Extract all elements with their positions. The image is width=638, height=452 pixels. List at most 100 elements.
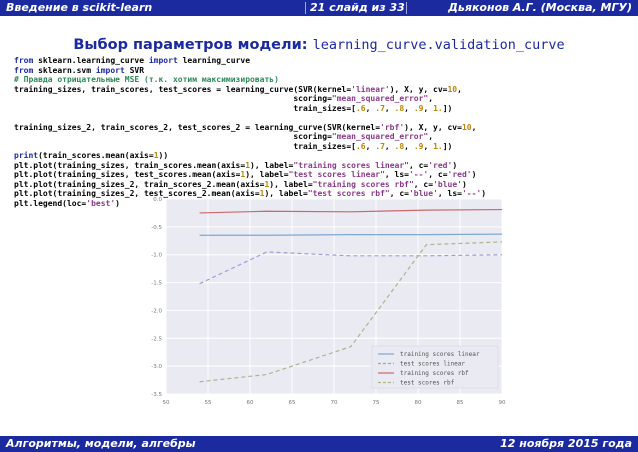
code-token: 'linear' [351,84,390,94]
code-token: ]) [442,141,453,151]
code-token: train_sizes=[ [14,103,356,113]
code-token: SVR [124,65,145,75]
code-token: "training scores linear" [293,160,409,170]
y-tick-label: -2.0 [151,308,162,314]
x-tick-label: 60 [247,400,254,406]
code-token: "mean_squared_error" [331,132,429,141]
x-tick-label: 50 [163,400,170,406]
code-token: 'red' [447,170,472,179]
y-tick-label: -3.5 [151,392,162,398]
code-token: , [428,132,434,141]
header-bar: Введение в scikit-learn 21 слайд из 33 Д… [0,0,638,16]
code-token: 10 [447,84,458,94]
code-token: .8 [394,103,405,113]
code-token: ), X, y, cv= [404,122,462,132]
code-token: scoring= [14,94,332,103]
code-token: import [148,56,178,65]
code-line: train_sizes=[.6, .7, .8, .9, 1.]) [14,142,634,152]
code-token: , c= [413,179,434,189]
x-tick-label: 65 [289,400,296,406]
code-line: scoring="mean_squared_error", [14,94,634,104]
code-token: , [428,94,434,103]
code-token: 'blue' [433,179,462,189]
code-token: 'best' [86,198,116,208]
slide-title-code: learning_curve.validation_curve [312,37,565,53]
code-token: plt.plot(training_sizes, train_scores.me… [14,160,246,170]
code-token: , [404,103,414,113]
code-token: , [423,103,434,113]
code-token: .6 [355,103,366,113]
header-separator [305,2,306,14]
y-tick-label: -3.0 [151,364,162,370]
code-token: ), X, y, cv= [389,84,448,94]
code-token: , [365,103,376,113]
code-token: ]) [442,103,453,113]
legend-label: training scores rbf [400,370,469,377]
learning-curve-chart: 50 55 60 65 70 75 80 85 90 0.0 -0.5 -1.0 -1.5 -2.0 -2.… [151,197,506,406]
code-line: print(train_scores.mean(axis=1)) [14,151,634,161]
code-token: training_sizes_2, train_scores_2, test_s… [14,122,381,132]
footer-date: 12 ноября 2015 года [500,437,632,450]
code-token: ), label= [245,170,289,179]
code-token: ) [471,170,477,179]
x-tick-label: 85 [457,400,464,406]
code-token: plt.legend(loc= [14,198,87,208]
legend-label: test scores linear [400,361,465,368]
code-line: scoring="mean_squared_error", [14,132,634,142]
code-token: , [423,141,434,151]
x-tick-label: 75 [373,400,380,406]
footer-bar: Алгоритмы, модели, алгебры 12 ноября 201… [0,436,638,452]
code-token: , c= [428,170,448,179]
code-token: 'rbf' [380,122,405,132]
code-token: plt.plot(training_sizes, test_scores.mea… [14,170,241,179]
code-token: ) [461,179,467,189]
code-token: , c= [408,160,429,170]
code-token: .7 [375,103,385,113]
code-line: from sklearn.learning_curve import learn… [14,56,634,66]
x-tick-label: 55 [205,400,212,406]
code-line: from sklearn.svm import SVR [14,66,634,76]
code-token: , ls= [384,170,409,179]
code-token: , [365,141,376,151]
slide-title: Выбор параметров модели: learning_curve.… [0,37,638,53]
code-token: from [14,65,34,75]
code-line: train_sizes=[.6, .7, .8, .9, 1.]) [14,104,634,114]
x-tick-label: 70 [331,400,338,406]
header-author: Дьяконов А.Г. (Москва, МГУ) [448,1,632,14]
y-tick-label: -1.0 [151,253,162,259]
code-token: , [384,103,395,113]
code-token: ), label= [250,160,294,170]
code-line: # Правда отрицательные MSE (т.к. хотим м… [14,75,634,85]
y-tick-label: -1.5 [151,281,162,287]
code-line: training_sizes, train_scores, test_score… [14,85,634,95]
code-line: plt.plot(training_sizes_2, train_scores_… [14,180,634,190]
code-token: 'red' [428,160,453,170]
code-line: training_sizes_2, train_scores_2, test_s… [14,123,634,133]
header-slide-counter: 21 слайд из 33 [310,1,405,14]
code-token: ) [452,160,458,170]
code-token: '--' [408,170,429,179]
code-token: .9 [413,141,424,151]
y-tick-label: -2.5 [151,336,162,342]
code-token: ) [115,198,120,208]
code-token: print [14,151,39,160]
code-token: , [471,122,477,132]
code-token: "training scores rbf" [312,179,414,189]
code-token: plt.plot(training_sizes_2, train_scores_… [14,179,265,189]
x-tick-label: 80 [415,400,422,406]
code-token: "test scores linear" [288,170,385,179]
code-token: .7 [375,141,385,151]
header-course-title: Введение в scikit-learn [6,1,153,14]
code-token: "mean_squared_error" [331,94,429,103]
code-token: , [384,141,395,151]
code-token: import [95,65,125,75]
code-token: 1. [433,141,443,151]
y-tick-label: -0.5 [151,225,162,231]
legend-label: test scores rbf [400,380,455,387]
code-token: , [457,84,462,94]
footer-course-name: Алгоритмы, модели, алгебры [6,437,196,450]
code-token: , [404,141,414,151]
code-token: # Правда отрицательные MSE (т.к. хотим м… [14,75,279,84]
code-token: sklearn.learning_curve [33,56,149,65]
